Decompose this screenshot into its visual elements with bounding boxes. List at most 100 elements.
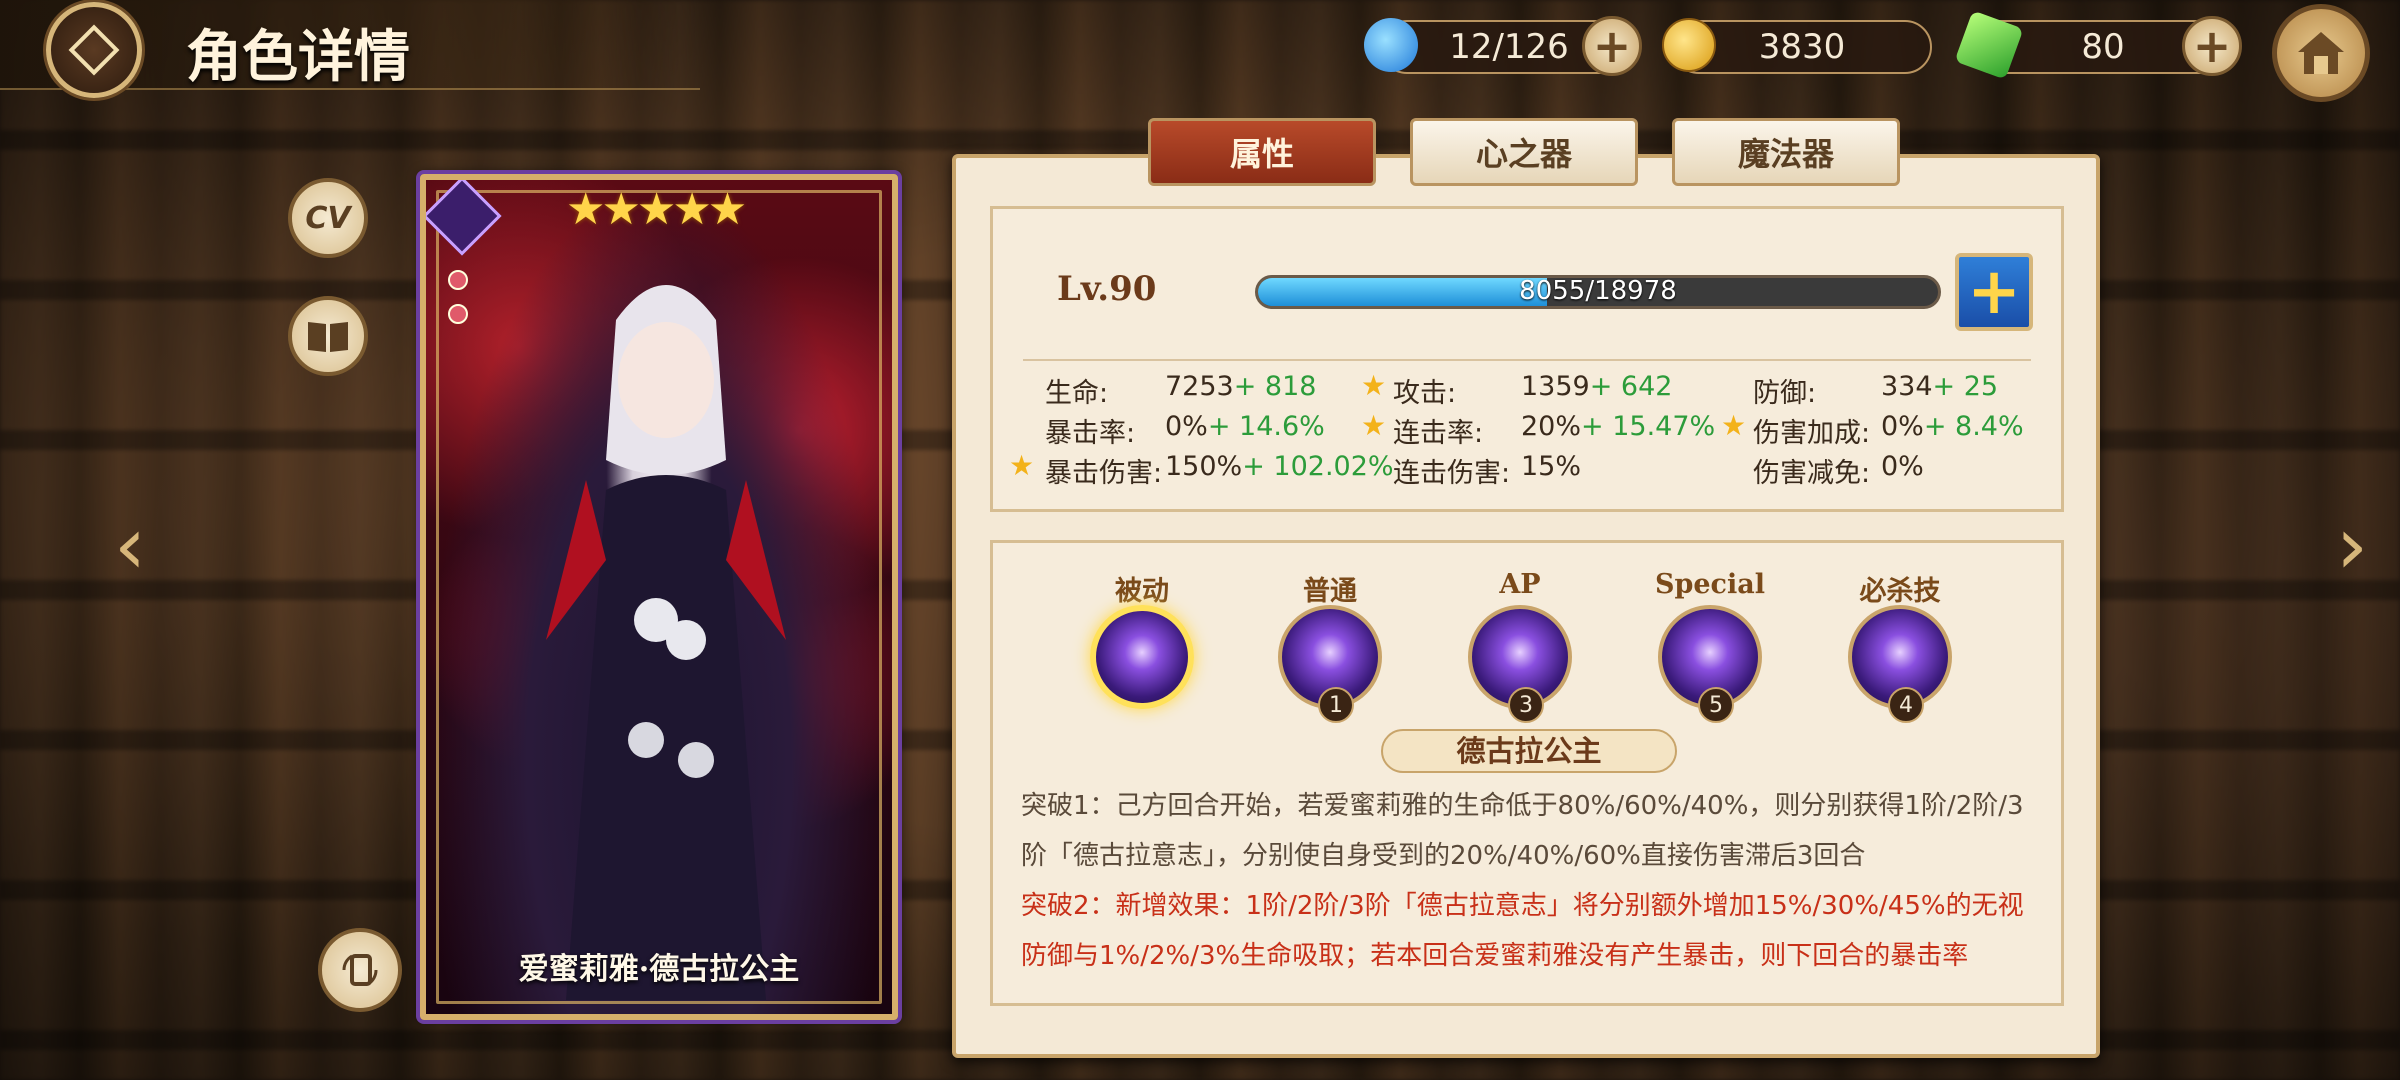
stat-damage-reduction: 伤害减免:: [1753, 451, 1870, 490]
skill-label: AP: [1499, 569, 1541, 600]
gold-coin-icon: [1662, 18, 1716, 72]
skills-section: 被动 普通 1 AP 3 Special 5 必杀技 4 德古拉公主 突破1：己…: [990, 540, 2064, 1006]
stat-damage-reduction-value: 0%: [1881, 451, 1924, 482]
home-button[interactable]: [2272, 4, 2370, 102]
stat-label: 伤害加成:: [1753, 418, 1871, 449]
stat-crit-damage: 暴击伤害:: [1045, 451, 1162, 490]
selected-skill-name: 德古拉公主: [1381, 729, 1677, 773]
skill-ultimate[interactable]: 必杀技 4: [1835, 569, 1965, 723]
breakthrough-2-text: 突破2：新增效果：1阶/2阶/3阶「德古拉意志」将分别额外增加15%/30%/4…: [1021, 891, 2024, 971]
stats-divider: [1023, 359, 2031, 361]
cv-button[interactable]: CV: [288, 178, 368, 258]
level-up-button[interactable]: +: [1955, 253, 2033, 331]
skill-label: 普通: [1303, 576, 1357, 607]
stat-damage-bonus-value: 0%+ 8.4%: [1881, 411, 2024, 442]
stat-value: 20%: [1521, 411, 1582, 442]
stat-attack-value: 1359+ 642: [1521, 371, 1672, 402]
skill-level-badge: 5: [1698, 687, 1734, 723]
skill-level-badge: 4: [1888, 687, 1924, 723]
back-button[interactable]: [46, 2, 142, 98]
star-icon: ★: [1361, 409, 1387, 442]
skill-description: 突破1：己方回合开始，若爱蜜莉雅的生命低于80%/60%/40%，则分别获得1阶…: [1021, 781, 2041, 981]
ap-skill-icon: 3: [1468, 605, 1572, 723]
stat-bonus: + 25: [1932, 371, 1999, 402]
stat-value: 0%: [1881, 451, 1924, 482]
stat-hp-value: 7253+ 818: [1165, 371, 1316, 402]
rotate-card-icon: [342, 954, 378, 986]
stat-value: 334: [1881, 371, 1933, 402]
stat-hp: 生命:: [1045, 371, 1108, 410]
ultimate-skill-icon: 4: [1848, 605, 1952, 723]
stat-value: 1359: [1521, 371, 1590, 402]
stat-combo-damage-value: 15%: [1521, 451, 1581, 482]
stat-value: 0%: [1165, 411, 1208, 442]
star-icon: ★: [1009, 449, 1035, 482]
stat-label: 伤害减免:: [1753, 458, 1871, 489]
stat-label: 暴击率:: [1045, 418, 1136, 449]
stat-bonus: + 14.6%: [1207, 411, 1325, 442]
skill-label: 被动: [1115, 576, 1169, 607]
skill-label: 必杀技: [1859, 576, 1941, 607]
awakening-gem-icon: [448, 270, 468, 290]
stat-label: 暴击伤害:: [1045, 458, 1163, 489]
character-card[interactable]: ★★★★★ 爱蜜莉雅·德古拉公主: [420, 174, 898, 1020]
tab-attributes[interactable]: 属性: [1148, 118, 1376, 186]
stat-label: 连击率:: [1393, 418, 1484, 449]
stat-value: 150%: [1165, 451, 1243, 482]
stat-value: 7253: [1165, 371, 1234, 402]
passive-skill-icon: [1090, 605, 1194, 709]
rarity-stars: ★★★★★: [566, 184, 747, 235]
stat-defense-value: 334+ 25: [1881, 371, 1998, 402]
stat-label: 防御:: [1753, 378, 1817, 409]
skill-label: Special: [1654, 569, 1765, 600]
star-icon: ★: [1721, 409, 1747, 442]
stat-label: 连击伤害:: [1393, 458, 1511, 489]
story-book-button[interactable]: [288, 296, 368, 376]
skill-special[interactable]: Special 5: [1645, 569, 1775, 723]
experience-bar: 8055/18978: [1255, 275, 1941, 309]
tab-label: 魔法器: [1737, 135, 1834, 173]
next-character-arrow[interactable]: ›: [2322, 499, 2382, 592]
dragon-stamina-icon: [1364, 18, 1418, 72]
tab-magic-device[interactable]: 魔法器: [1672, 118, 1900, 186]
character-portrait: [546, 285, 786, 1000]
add-stamina-button[interactable]: +: [1582, 16, 1642, 76]
breakthrough-1-text: 突破1：己方回合开始，若爱蜜莉雅的生命低于80%/60%/40%，则分别获得1阶…: [1021, 791, 2024, 871]
book-icon: [308, 322, 348, 352]
gem-value: 80: [2081, 27, 2125, 67]
stat-crit-rate: 暴击率:: [1045, 411, 1135, 450]
stat-bonus: + 102.02%: [1242, 451, 1394, 482]
stat-bonus: + 15.47%: [1581, 411, 1716, 442]
skill-normal[interactable]: 普通 1: [1265, 569, 1395, 723]
card-flip-button[interactable]: [318, 928, 402, 1012]
stat-combo-rate: 连击率:: [1393, 411, 1483, 450]
gold-value: 3830: [1758, 27, 1846, 67]
stat-bonus: + 8.4%: [1923, 411, 2024, 442]
stat-bonus: + 642: [1589, 371, 1673, 402]
skill-passive[interactable]: 被动: [1077, 569, 1207, 709]
character-name: 爱蜜莉雅·德古拉公主: [518, 952, 800, 987]
stat-label: 生命:: [1045, 378, 1109, 409]
tab-heart-device[interactable]: 心之器: [1410, 118, 1638, 186]
stat-damage-bonus: 伤害加成:: [1753, 411, 1870, 450]
stat-value: 0%: [1881, 411, 1924, 442]
stat-attack: 攻击:: [1393, 371, 1456, 410]
awakening-gem-icon: [448, 304, 468, 324]
stat-label: 攻击:: [1393, 378, 1457, 409]
stamina-value: 12/126: [1449, 27, 1569, 67]
stat-combo-damage: 连击伤害:: [1393, 451, 1510, 490]
tab-label: 属性: [1229, 135, 1294, 173]
stat-combo-rate-value: 20%+ 15.47%: [1521, 411, 1715, 442]
back-diamond-icon: [68, 24, 120, 76]
add-gem-button[interactable]: +: [2182, 16, 2242, 76]
star-icon: ★: [1361, 369, 1387, 402]
home-icon: [2298, 32, 2344, 74]
cv-label: CV: [305, 200, 351, 236]
skill-ap[interactable]: AP 3: [1455, 569, 1585, 723]
previous-character-arrow[interactable]: ‹: [100, 499, 160, 592]
character-level: Lv.90: [1057, 269, 1157, 309]
page-title: 角色详情: [186, 25, 410, 90]
normal-skill-icon: 1: [1278, 605, 1382, 723]
tab-label: 心之器: [1475, 135, 1572, 173]
stat-crit-damage-value: 150%+ 102.02%: [1165, 451, 1394, 482]
